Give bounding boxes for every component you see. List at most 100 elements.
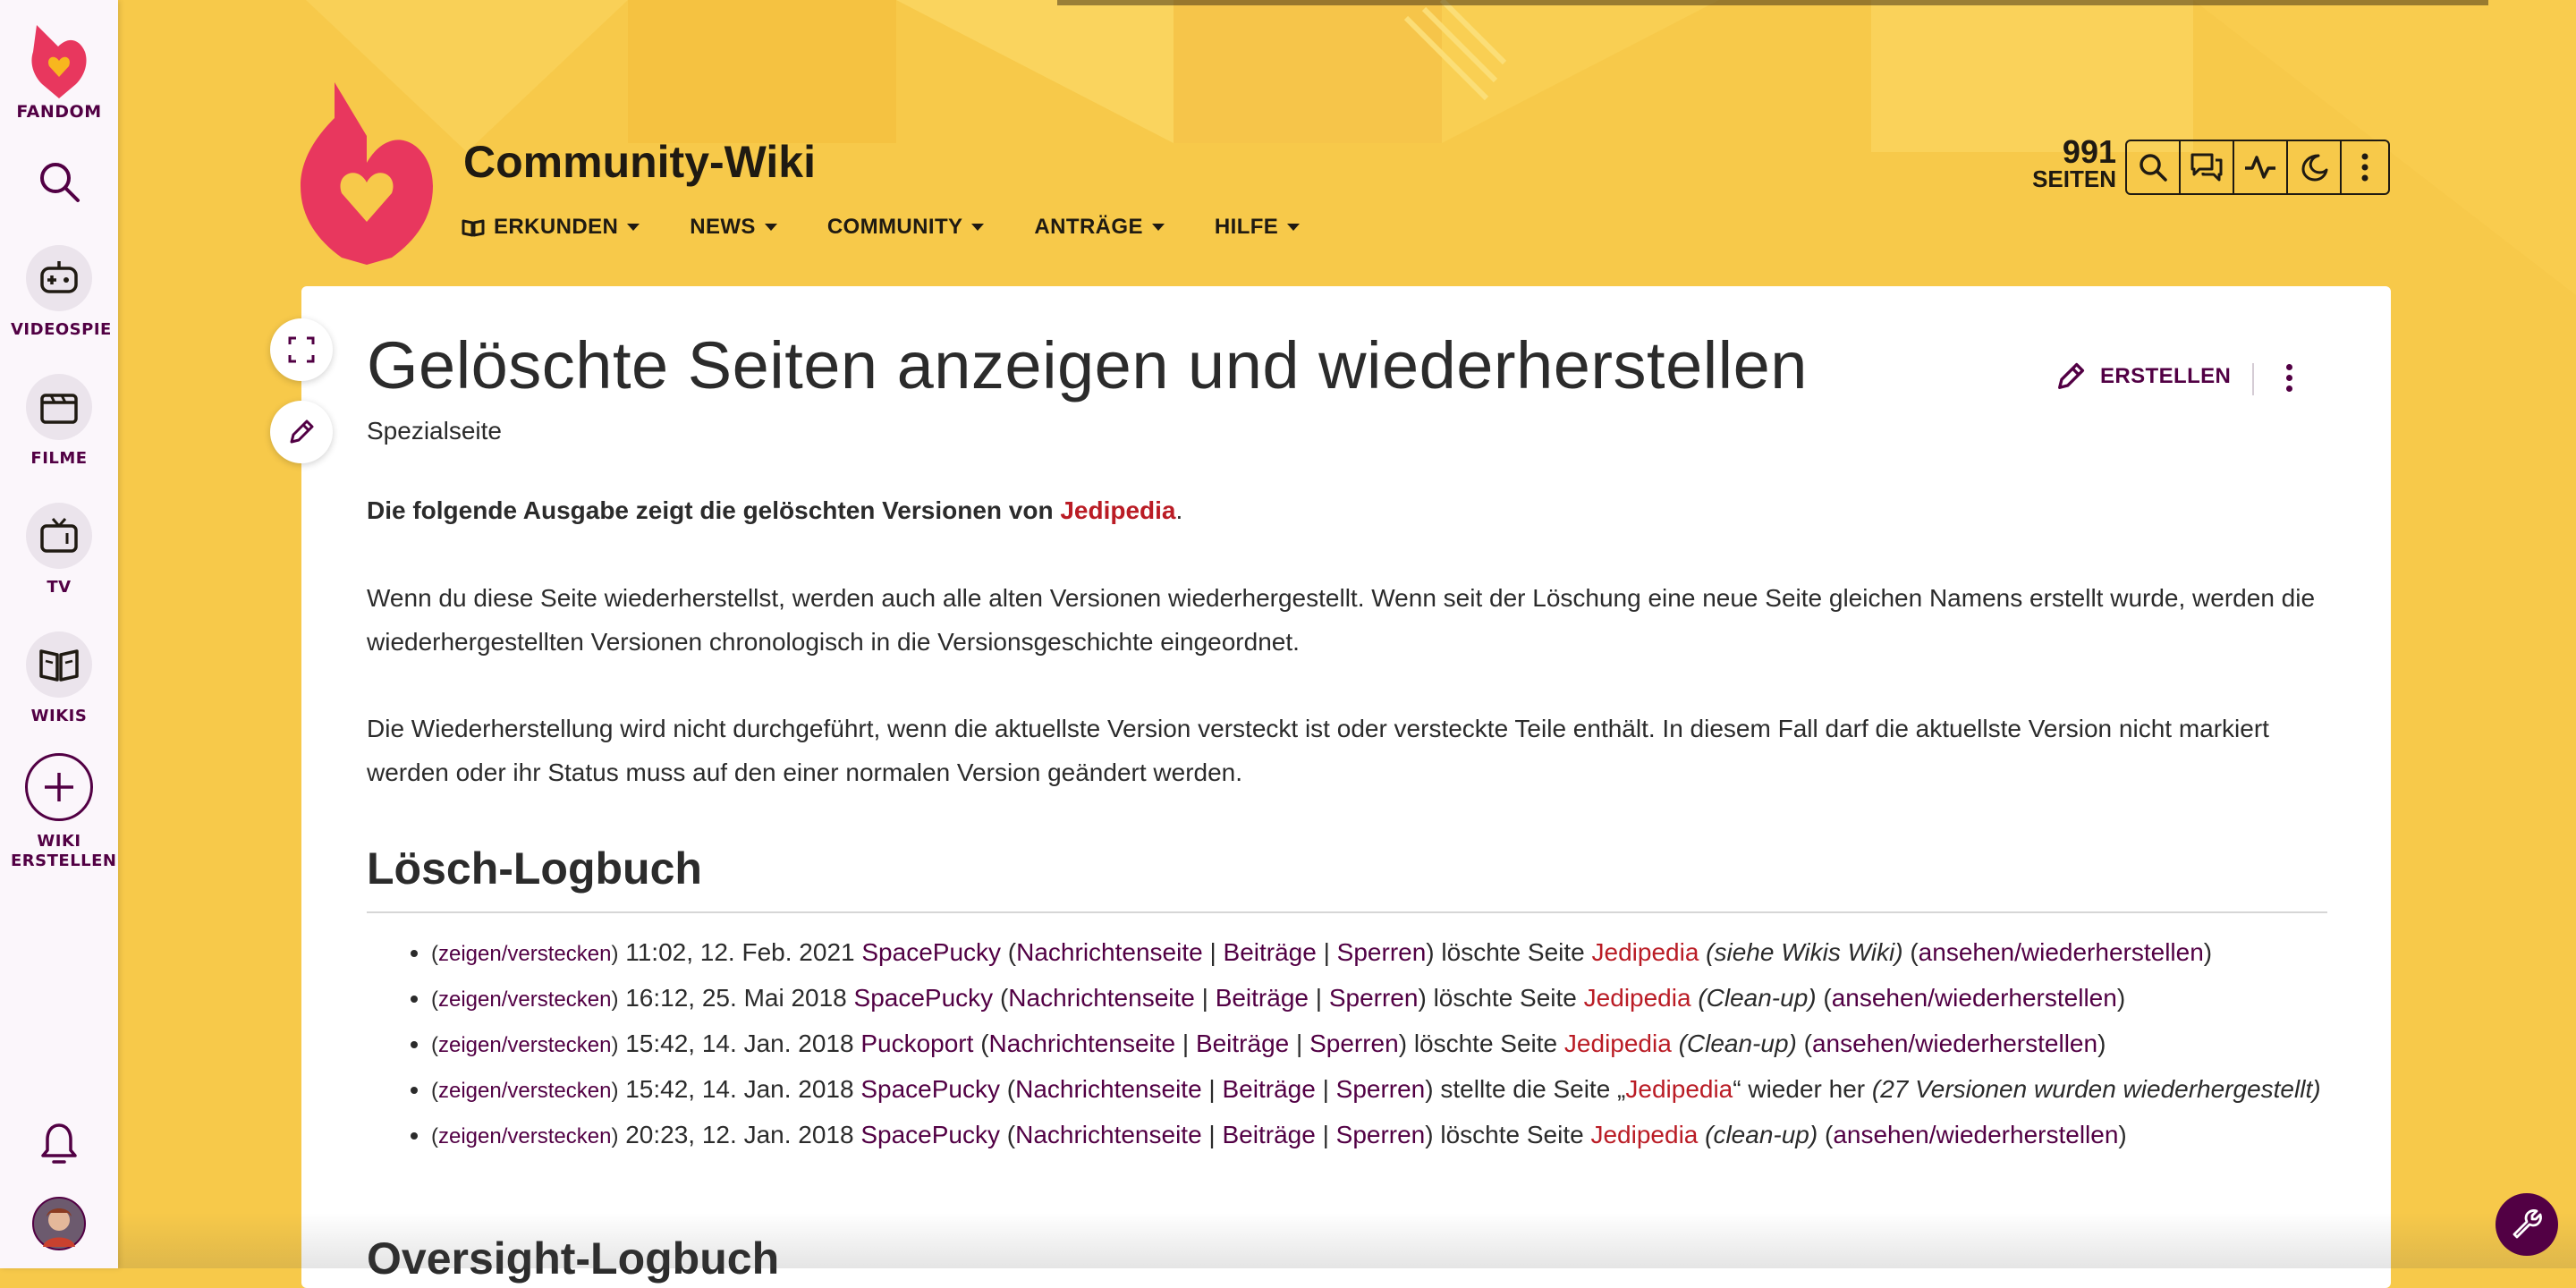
activity-icon bbox=[2245, 156, 2275, 179]
talk-link[interactable]: Nachrichtenseite bbox=[1015, 1075, 1202, 1103]
contribs-link[interactable]: Beiträge bbox=[1216, 984, 1309, 1012]
user-link[interactable]: SpacePucky bbox=[854, 984, 994, 1012]
user-link[interactable]: SpacePucky bbox=[860, 1075, 1000, 1103]
rail-item-filme[interactable]: FILME bbox=[0, 374, 118, 469]
rail-item-wikis[interactable]: WIKIS bbox=[0, 631, 118, 726]
more-dot bbox=[2285, 363, 2292, 370]
nav-community[interactable]: COMMUNITY bbox=[827, 215, 985, 240]
wiki-title[interactable]: Community-Wiki bbox=[463, 136, 816, 188]
user-avatar-button[interactable] bbox=[0, 1197, 118, 1254]
contribs-link[interactable]: Beiträge bbox=[1223, 1075, 1316, 1103]
wiki-search-button[interactable] bbox=[2127, 141, 2181, 193]
log-time: 11:02, 12. Feb. 2021 bbox=[625, 938, 855, 966]
toggle-visibility-link[interactable]: zeigen/verstecken bbox=[438, 1079, 611, 1103]
intro-text: Die folgende Ausgabe zeigt die gelöschte… bbox=[367, 496, 1061, 524]
block-link[interactable]: Sperren bbox=[1329, 984, 1419, 1012]
toggle-visibility-link[interactable]: zeigen/verstecken bbox=[438, 1124, 611, 1148]
log-action: löschte Seite bbox=[1441, 938, 1585, 966]
user-link[interactable]: Puckoport bbox=[860, 1030, 973, 1057]
log-action: löschte Seite bbox=[1440, 1121, 1584, 1148]
view-restore-link[interactable]: ansehen/wiederherstellen bbox=[1833, 1121, 2118, 1148]
page-title: Gelöschte Seiten anzeigen und wiederhers… bbox=[367, 328, 1808, 402]
moon-icon bbox=[2301, 154, 2328, 182]
search-icon bbox=[40, 163, 80, 202]
fandom-home-link[interactable]: FANDOM bbox=[0, 16, 118, 122]
contribs-link[interactable]: Beiträge bbox=[1196, 1030, 1289, 1057]
log-entry: (zeigen/verstecken) 16:12, 25. Mai 2018 … bbox=[431, 976, 2334, 1021]
intro-line: Die folgende Ausgabe zeigt die gelöschte… bbox=[367, 488, 2334, 532]
page-count: 991 SEITEN bbox=[2023, 136, 2116, 192]
admin-tools-button[interactable] bbox=[2496, 1193, 2558, 1256]
log-comment: (27 Versionen wurden wiederhergestellt) bbox=[1871, 1075, 2321, 1103]
search-button[interactable] bbox=[0, 159, 118, 208]
talk-link[interactable]: Nachrichtenseite bbox=[1016, 938, 1203, 966]
toggle-visibility-link[interactable]: zeigen/verstecken bbox=[438, 1033, 611, 1057]
fandom-logo bbox=[31, 25, 87, 98]
log-action: stellte die Seite „ bbox=[1440, 1075, 1626, 1103]
rail-label-tv: TV bbox=[47, 578, 72, 597]
create-button[interactable]: ERSTELLEN bbox=[2054, 360, 2231, 394]
page-actions-more-button[interactable] bbox=[2277, 358, 2301, 397]
talk-link[interactable]: Nachrichtenseite bbox=[1015, 1121, 1202, 1148]
block-link[interactable]: Sperren bbox=[1336, 1075, 1426, 1103]
talk-link[interactable]: Nachrichtenseite bbox=[1008, 984, 1195, 1012]
film-icon bbox=[40, 394, 78, 424]
nav-antraege[interactable]: ANTRÄGE bbox=[1034, 215, 1165, 240]
page-link[interactable]: Jedipedia bbox=[1584, 984, 1691, 1012]
rail-item-tv[interactable]: TV bbox=[0, 503, 118, 597]
log-time: 15:42, 14. Jan. 2018 bbox=[625, 1030, 854, 1057]
user-link[interactable]: SpacePucky bbox=[860, 1121, 1000, 1148]
tv-icon bbox=[40, 518, 78, 553]
block-link[interactable]: Sperren bbox=[1309, 1030, 1399, 1057]
heading-divider bbox=[367, 911, 2327, 913]
page-subtitle: Spezialseite bbox=[367, 417, 502, 445]
wiki-more-button[interactable] bbox=[2342, 141, 2388, 193]
toggle-visibility-link[interactable]: zeigen/verstecken bbox=[438, 987, 611, 1012]
view-restore-link[interactable]: ansehen/wiederherstellen bbox=[1832, 984, 2117, 1012]
more-dot bbox=[2285, 385, 2292, 392]
page-link[interactable]: Jedipedia bbox=[1564, 1030, 1672, 1057]
fandom-brand-label: FANDOM bbox=[16, 102, 102, 122]
log-time: 15:42, 14. Jan. 2018 bbox=[625, 1075, 854, 1103]
chevron-down-icon bbox=[627, 224, 640, 231]
recent-activity-button[interactable] bbox=[2234, 141, 2288, 193]
contribs-link[interactable]: Beiträge bbox=[1223, 1121, 1316, 1148]
page-link[interactable]: Jedipedia bbox=[1590, 1121, 1698, 1148]
log-entry: (zeigen/verstecken) 11:02, 12. Feb. 2021… bbox=[431, 930, 2334, 976]
deletion-log-list: (zeigen/verstecken) 11:02, 12. Feb. 2021… bbox=[367, 930, 2334, 1158]
log-comment: (Clean-up) bbox=[1698, 984, 1817, 1012]
nav-news[interactable]: NEWS bbox=[690, 215, 777, 240]
expand-button[interactable] bbox=[270, 318, 333, 381]
wiki-tools bbox=[2125, 140, 2390, 195]
view-restore-link[interactable]: ansehen/wiederherstellen bbox=[1919, 938, 2204, 966]
contribs-link[interactable]: Beiträge bbox=[1224, 938, 1317, 966]
page-link[interactable]: Jedipedia bbox=[1625, 1075, 1733, 1103]
page-link[interactable]: Jedipedia bbox=[1592, 938, 1699, 966]
user-link[interactable]: SpacePucky bbox=[861, 938, 1001, 966]
notifications-button[interactable] bbox=[0, 1122, 118, 1170]
talk-link[interactable]: Nachrichtenseite bbox=[989, 1030, 1176, 1057]
theme-toggle-button[interactable] bbox=[2288, 141, 2342, 193]
intro-end: . bbox=[1175, 496, 1183, 524]
toggle-visibility-link[interactable]: zeigen/verstecken bbox=[438, 942, 611, 966]
create-wiki-button[interactable]: WIKI ERSTELLEN bbox=[0, 753, 118, 871]
search-icon bbox=[2140, 154, 2167, 182]
wiki-logo[interactable] bbox=[301, 82, 433, 265]
pencil-icon bbox=[290, 419, 314, 444]
edit-side-button[interactable] bbox=[270, 401, 333, 463]
nav-hilfe[interactable]: HILFE bbox=[1215, 215, 1301, 240]
wiki-navigation: ERKUNDEN NEWS COMMUNITY ANTRÄGE HILFE bbox=[462, 215, 1301, 240]
jedipedia-link[interactable]: Jedipedia bbox=[1060, 496, 1175, 524]
more-vertical-icon bbox=[2361, 153, 2368, 182]
nav-erkunden[interactable]: ERKUNDEN bbox=[462, 215, 640, 240]
log-comment: (clean-up) bbox=[1705, 1121, 1818, 1148]
gamepad-icon bbox=[40, 261, 78, 293]
block-link[interactable]: Sperren bbox=[1337, 938, 1427, 966]
nav-label: ANTRÄGE bbox=[1034, 215, 1143, 239]
block-link[interactable]: Sperren bbox=[1336, 1121, 1426, 1148]
view-restore-link[interactable]: ansehen/wiederherstellen bbox=[1812, 1030, 2097, 1057]
log-comment: (siehe Wikis Wiki) bbox=[1706, 938, 1903, 966]
log-time: 20:23, 12. Jan. 2018 bbox=[625, 1121, 854, 1148]
rail-item-videospiele[interactable]: VIDEOSPIE bbox=[0, 245, 118, 340]
discussions-button[interactable] bbox=[2181, 141, 2234, 193]
